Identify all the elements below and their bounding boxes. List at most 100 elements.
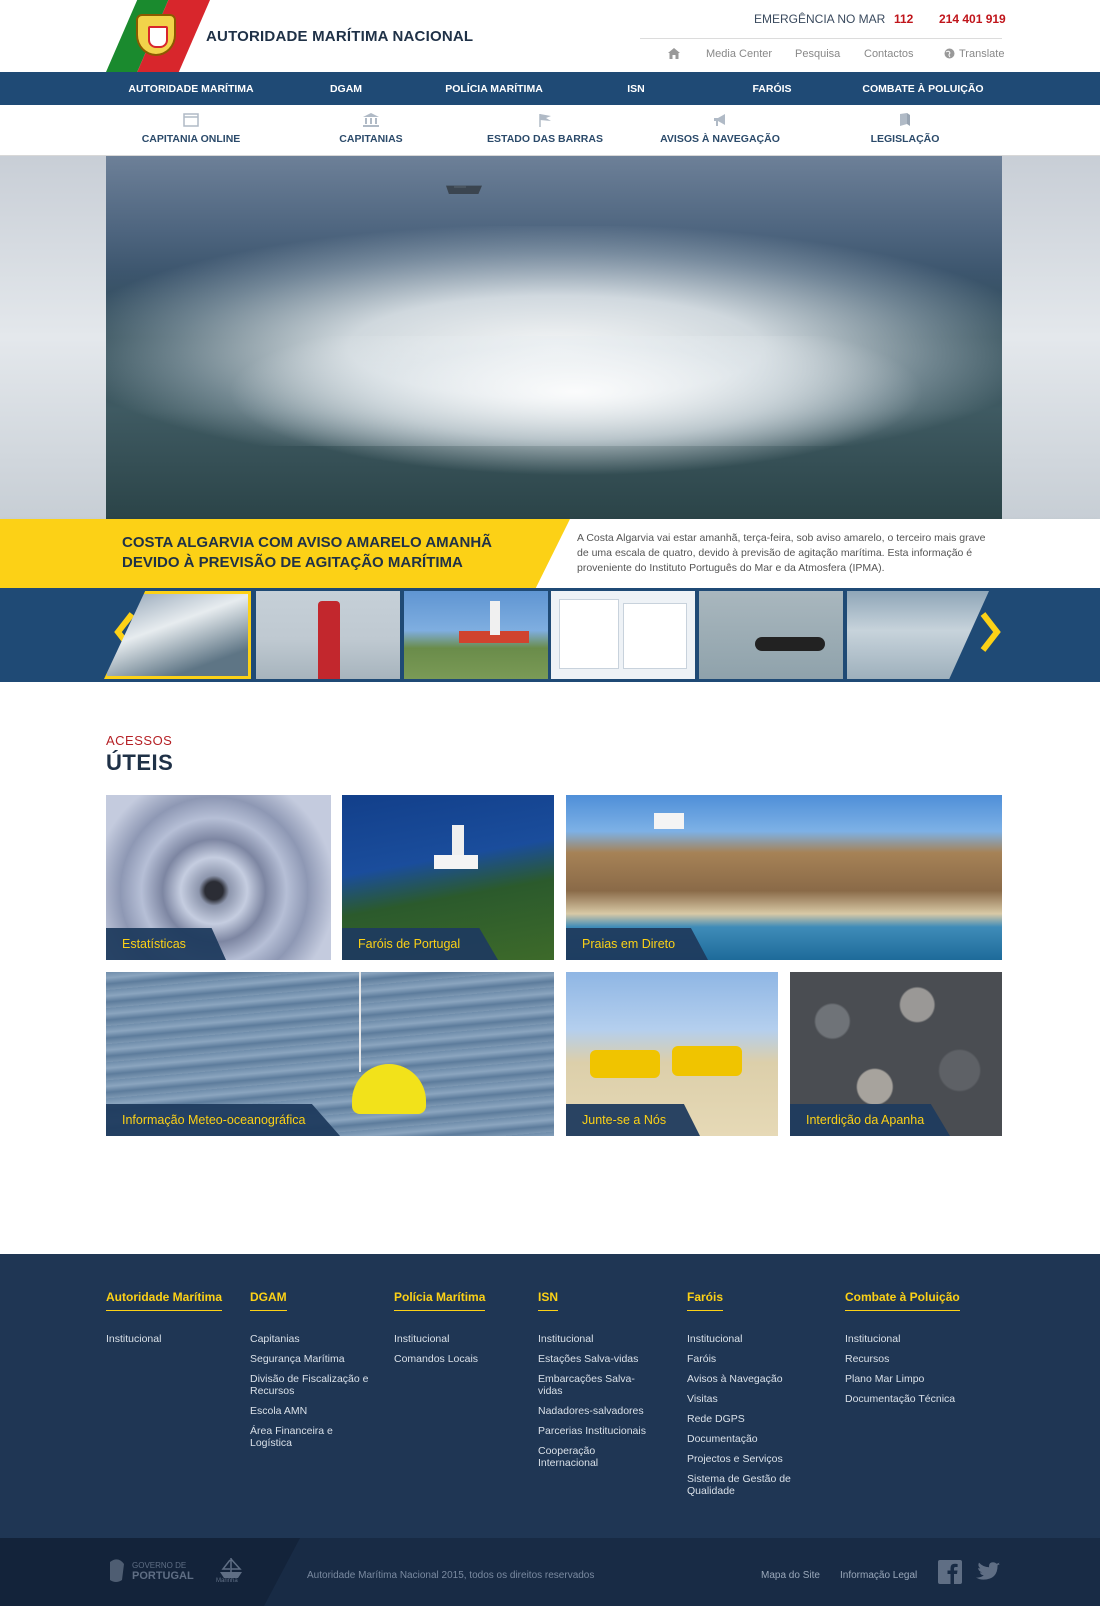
hero-description: A Costa Algarvia vai estar amanhã, terça… <box>577 532 986 574</box>
home-icon[interactable] <box>668 48 680 59</box>
footer-link[interactable]: Nadadores-salvadores <box>538 1405 648 1417</box>
footer-link[interactable]: Sistema de Gestão de Qualidade <box>687 1473 799 1497</box>
nav-farois[interactable]: FARÓIS <box>752 83 791 95</box>
footer-link[interactable]: Escola AMN <box>250 1405 370 1417</box>
legal-info-link[interactable]: Informação Legal <box>840 1570 917 1581</box>
footer-link[interactable]: Documentação <box>687 1433 799 1445</box>
twitter-icon[interactable] <box>976 1562 1000 1582</box>
wave-thumbnail[interactable] <box>104 591 251 679</box>
subnav-legislacao[interactable]: LEGISLAÇÃO <box>825 113 985 145</box>
nav-dgam[interactable]: DGAM <box>330 83 362 95</box>
footer-link[interactable]: Estações Salva-vidas <box>538 1353 648 1365</box>
footer-link[interactable]: Documentação Técnica <box>845 1393 985 1405</box>
footer-link[interactable]: Institucional <box>687 1333 799 1345</box>
footer-heading[interactable]: Combate à Poluição <box>845 1290 960 1311</box>
globe-icon <box>944 48 955 59</box>
sailing-ship-icon <box>220 1558 242 1578</box>
footer-col-combate-poluicao: Combate à Poluição Institucional Recurso… <box>845 1288 985 1413</box>
subnav-estado-barras[interactable]: ESTADO DAS BARRAS <box>465 113 625 145</box>
tile-interdicao-apanha[interactable]: Interdição da Apanha <box>790 972 1002 1136</box>
footer-link[interactable]: Plano Mar Limpo <box>845 1373 985 1385</box>
hero-image <box>106 156 1002 519</box>
chevron-right-icon[interactable] <box>977 612 1003 652</box>
footer-link[interactable]: Visitas <box>687 1393 799 1405</box>
tile-meteo-oceanografica[interactable]: Informação Meteo-oceanográfica <box>106 972 554 1136</box>
flag-icon <box>539 114 551 127</box>
lighthouse-thumbnail[interactable] <box>404 591 548 679</box>
footer-link[interactable]: Institucional <box>394 1333 514 1345</box>
footer-link[interactable]: Comandos Locais <box>394 1353 514 1365</box>
section-kicker: ACESSOS <box>106 733 173 748</box>
media-center-link[interactable]: Media Center <box>706 48 772 60</box>
headline-line: COSTA ALGARVIA COM AVISO AMARELO AMANHÃ <box>122 534 492 551</box>
hero-headline[interactable]: COSTA ALGARVIA COM AVISO AMARELO AMANHÃ … <box>122 533 542 573</box>
emergency-phone[interactable]: 214 401 919 <box>939 12 1006 26</box>
footer-heading[interactable]: Faróis <box>687 1290 724 1311</box>
nav-policia-maritima[interactable]: POLÍCIA MARÍTIMA <box>445 83 543 95</box>
tower-shape <box>490 601 500 635</box>
site-title[interactable]: AUTORIDADE MARÍTIMA NACIONAL <box>206 28 473 45</box>
tile-farois-portugal[interactable]: Faróis de Portugal <box>342 795 554 960</box>
governo-logo-line1: GOVERNO DE <box>132 1561 187 1570</box>
footer-col-autoridade-maritima: Autoridade Marítima Institucional <box>106 1288 223 1353</box>
tile-estatisticas[interactable]: Estatísticas <box>106 795 331 960</box>
footer-link[interactable]: Institucional <box>845 1333 985 1345</box>
fog-ship-helicopter-thumbnail[interactable] <box>847 591 989 679</box>
quick-access-bar: CAPITANIA ONLINE CAPITANIAS ESTADO DAS B… <box>0 105 1100 156</box>
rib-boat-thumbnail[interactable] <box>699 591 843 679</box>
quad-bike-shape <box>672 1046 742 1076</box>
sitemap-link[interactable]: Mapa do Site <box>761 1570 820 1581</box>
subnav-label: CAPITANIAS <box>339 133 403 145</box>
nav-isn[interactable]: ISN <box>627 83 645 95</box>
tile-junte-se-a-nos[interactable]: Junte-se a Nós <box>566 972 778 1136</box>
footer-link[interactable]: Rede DGPS <box>687 1413 799 1425</box>
quad-bike-shape <box>590 1050 660 1078</box>
footer-link[interactable]: Capitanias <box>250 1333 370 1345</box>
red-buoy-thumbnail[interactable] <box>256 591 400 679</box>
footer-heading[interactable]: DGAM <box>250 1290 287 1311</box>
site-header: AUTORIDADE MARÍTIMA NACIONAL EMERGÊNCIA … <box>0 0 1100 72</box>
subnav-capitanias[interactable]: CAPITANIAS <box>291 113 451 145</box>
site-logo[interactable] <box>106 0 210 72</box>
facebook-icon[interactable] <box>938 1560 962 1584</box>
footer-col-policia-maritima: Polícia Marítima Institucional Comandos … <box>394 1288 514 1373</box>
tile-label: Interdição da Apanha <box>806 1113 925 1127</box>
tile-label: Faróis de Portugal <box>358 937 461 951</box>
marinha-logo[interactable]: Marinha <box>216 1556 246 1586</box>
contacts-link[interactable]: Contactos <box>864 48 914 60</box>
tile-praias-em-direto[interactable]: Praias em Direto <box>566 795 1002 960</box>
buoy-shape <box>318 601 340 679</box>
footer-link[interactable]: Avisos à Navegação <box>687 1373 799 1385</box>
footer-heading[interactable]: Autoridade Marítima <box>106 1290 223 1311</box>
marinha-label: Marinha <box>216 1578 238 1584</box>
subnav-avisos-navegacao[interactable]: AVISOS À NAVEGAÇÃO <box>640 113 800 145</box>
footer-link[interactable]: Faróis <box>687 1353 799 1365</box>
footer-link[interactable]: Recursos <box>845 1353 985 1365</box>
screen-shape <box>623 603 687 669</box>
footer-heading[interactable]: ISN <box>538 1290 559 1311</box>
footer-link[interactable]: Área Financeira e Logística <box>250 1425 370 1449</box>
tile-label: Praias em Direto <box>582 937 676 951</box>
emergency-number[interactable]: 112 <box>894 12 913 26</box>
footer-col-isn: ISN Institucional Estações Salva-vidas E… <box>538 1288 648 1477</box>
nav-autoridade-maritima[interactable]: AUTORIDADE MARÍTIMA <box>128 83 253 95</box>
footer-heading[interactable]: Polícia Marítima <box>394 1290 486 1311</box>
boat-shape <box>755 637 825 651</box>
website-screens-thumbnail[interactable] <box>551 591 695 679</box>
footer-link[interactable]: Parcerias Institucionais <box>538 1425 648 1437</box>
footer-link[interactable]: Institucional <box>106 1333 222 1345</box>
translate-link[interactable]: Translate <box>959 48 1004 60</box>
subnav-capitania-online[interactable]: CAPITANIA ONLINE <box>111 113 271 145</box>
nav-combate-poluicao[interactable]: COMBATE À POLUIÇÃO <box>862 83 983 95</box>
footer-link[interactable]: Segurança Marítima <box>250 1353 370 1365</box>
footer-link[interactable]: Embarcações Salva-vidas <box>538 1373 648 1397</box>
tile-label: Informação Meteo-oceanográfica <box>122 1113 306 1127</box>
footer-link[interactable]: Projectos e Serviços <box>687 1453 799 1465</box>
search-link[interactable]: Pesquisa <box>795 48 840 60</box>
screen-shape <box>559 599 619 669</box>
coat-of-arms-icon <box>136 14 176 56</box>
footer-link[interactable]: Divisão de Fiscalização e Recursos <box>250 1373 370 1397</box>
section-title: ÚTEIS <box>106 750 174 775</box>
footer-link[interactable]: Cooperação Internacional <box>538 1445 648 1469</box>
footer-link[interactable]: Institucional <box>538 1333 648 1345</box>
